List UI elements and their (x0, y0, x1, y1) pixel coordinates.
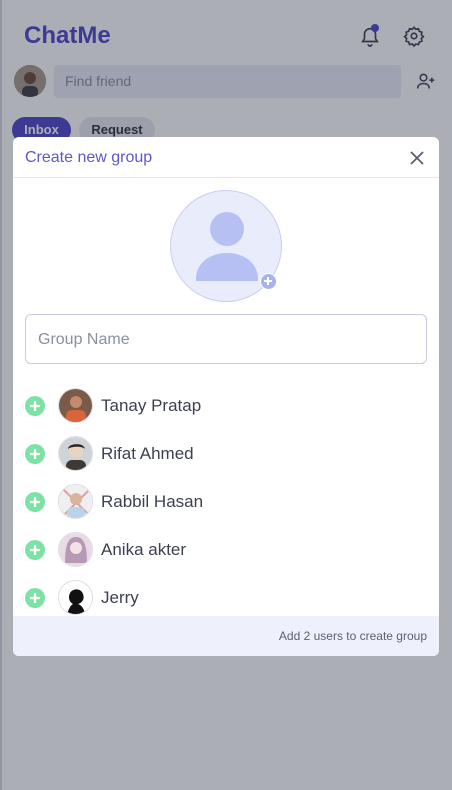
footer-hint: Add 2 users to create group (278, 629, 427, 643)
add-photo-icon[interactable] (260, 273, 277, 290)
modal-footer: Add 2 users to create group (13, 616, 439, 656)
add-user-icon[interactable] (25, 540, 45, 560)
avatar (58, 484, 93, 519)
modal-header: Create new group (13, 137, 439, 178)
group-name-input[interactable]: Group Name (25, 314, 427, 364)
user-list-item[interactable]: Rabbil Hasan (13, 478, 439, 526)
avatar (58, 436, 93, 471)
create-group-modal: Create new group Group Name Tanay Pratap (13, 137, 439, 656)
add-user-icon[interactable] (25, 444, 45, 464)
user-list-item[interactable]: Rifat Ahmed (13, 430, 439, 478)
avatar (58, 580, 93, 615)
user-list-item[interactable]: Anika akter (13, 526, 439, 574)
modal-title: Create new group (25, 149, 153, 166)
user-name: Tanay Pratap (101, 396, 202, 415)
add-user-icon[interactable] (25, 588, 45, 608)
user-name: Rabbil Hasan (101, 492, 204, 511)
add-user-icon[interactable] (25, 492, 45, 512)
add-user-icon[interactable] (25, 396, 45, 416)
user-name: Jerry (101, 588, 139, 607)
user-list-item[interactable]: Jerry (13, 574, 439, 622)
user-list-item[interactable]: Tanay Pratap (13, 382, 439, 430)
close-icon[interactable] (409, 150, 425, 166)
avatar (58, 388, 93, 423)
user-name: Anika akter (101, 540, 187, 559)
avatar (58, 532, 93, 567)
user-name: Rifat Ahmed (101, 444, 194, 463)
